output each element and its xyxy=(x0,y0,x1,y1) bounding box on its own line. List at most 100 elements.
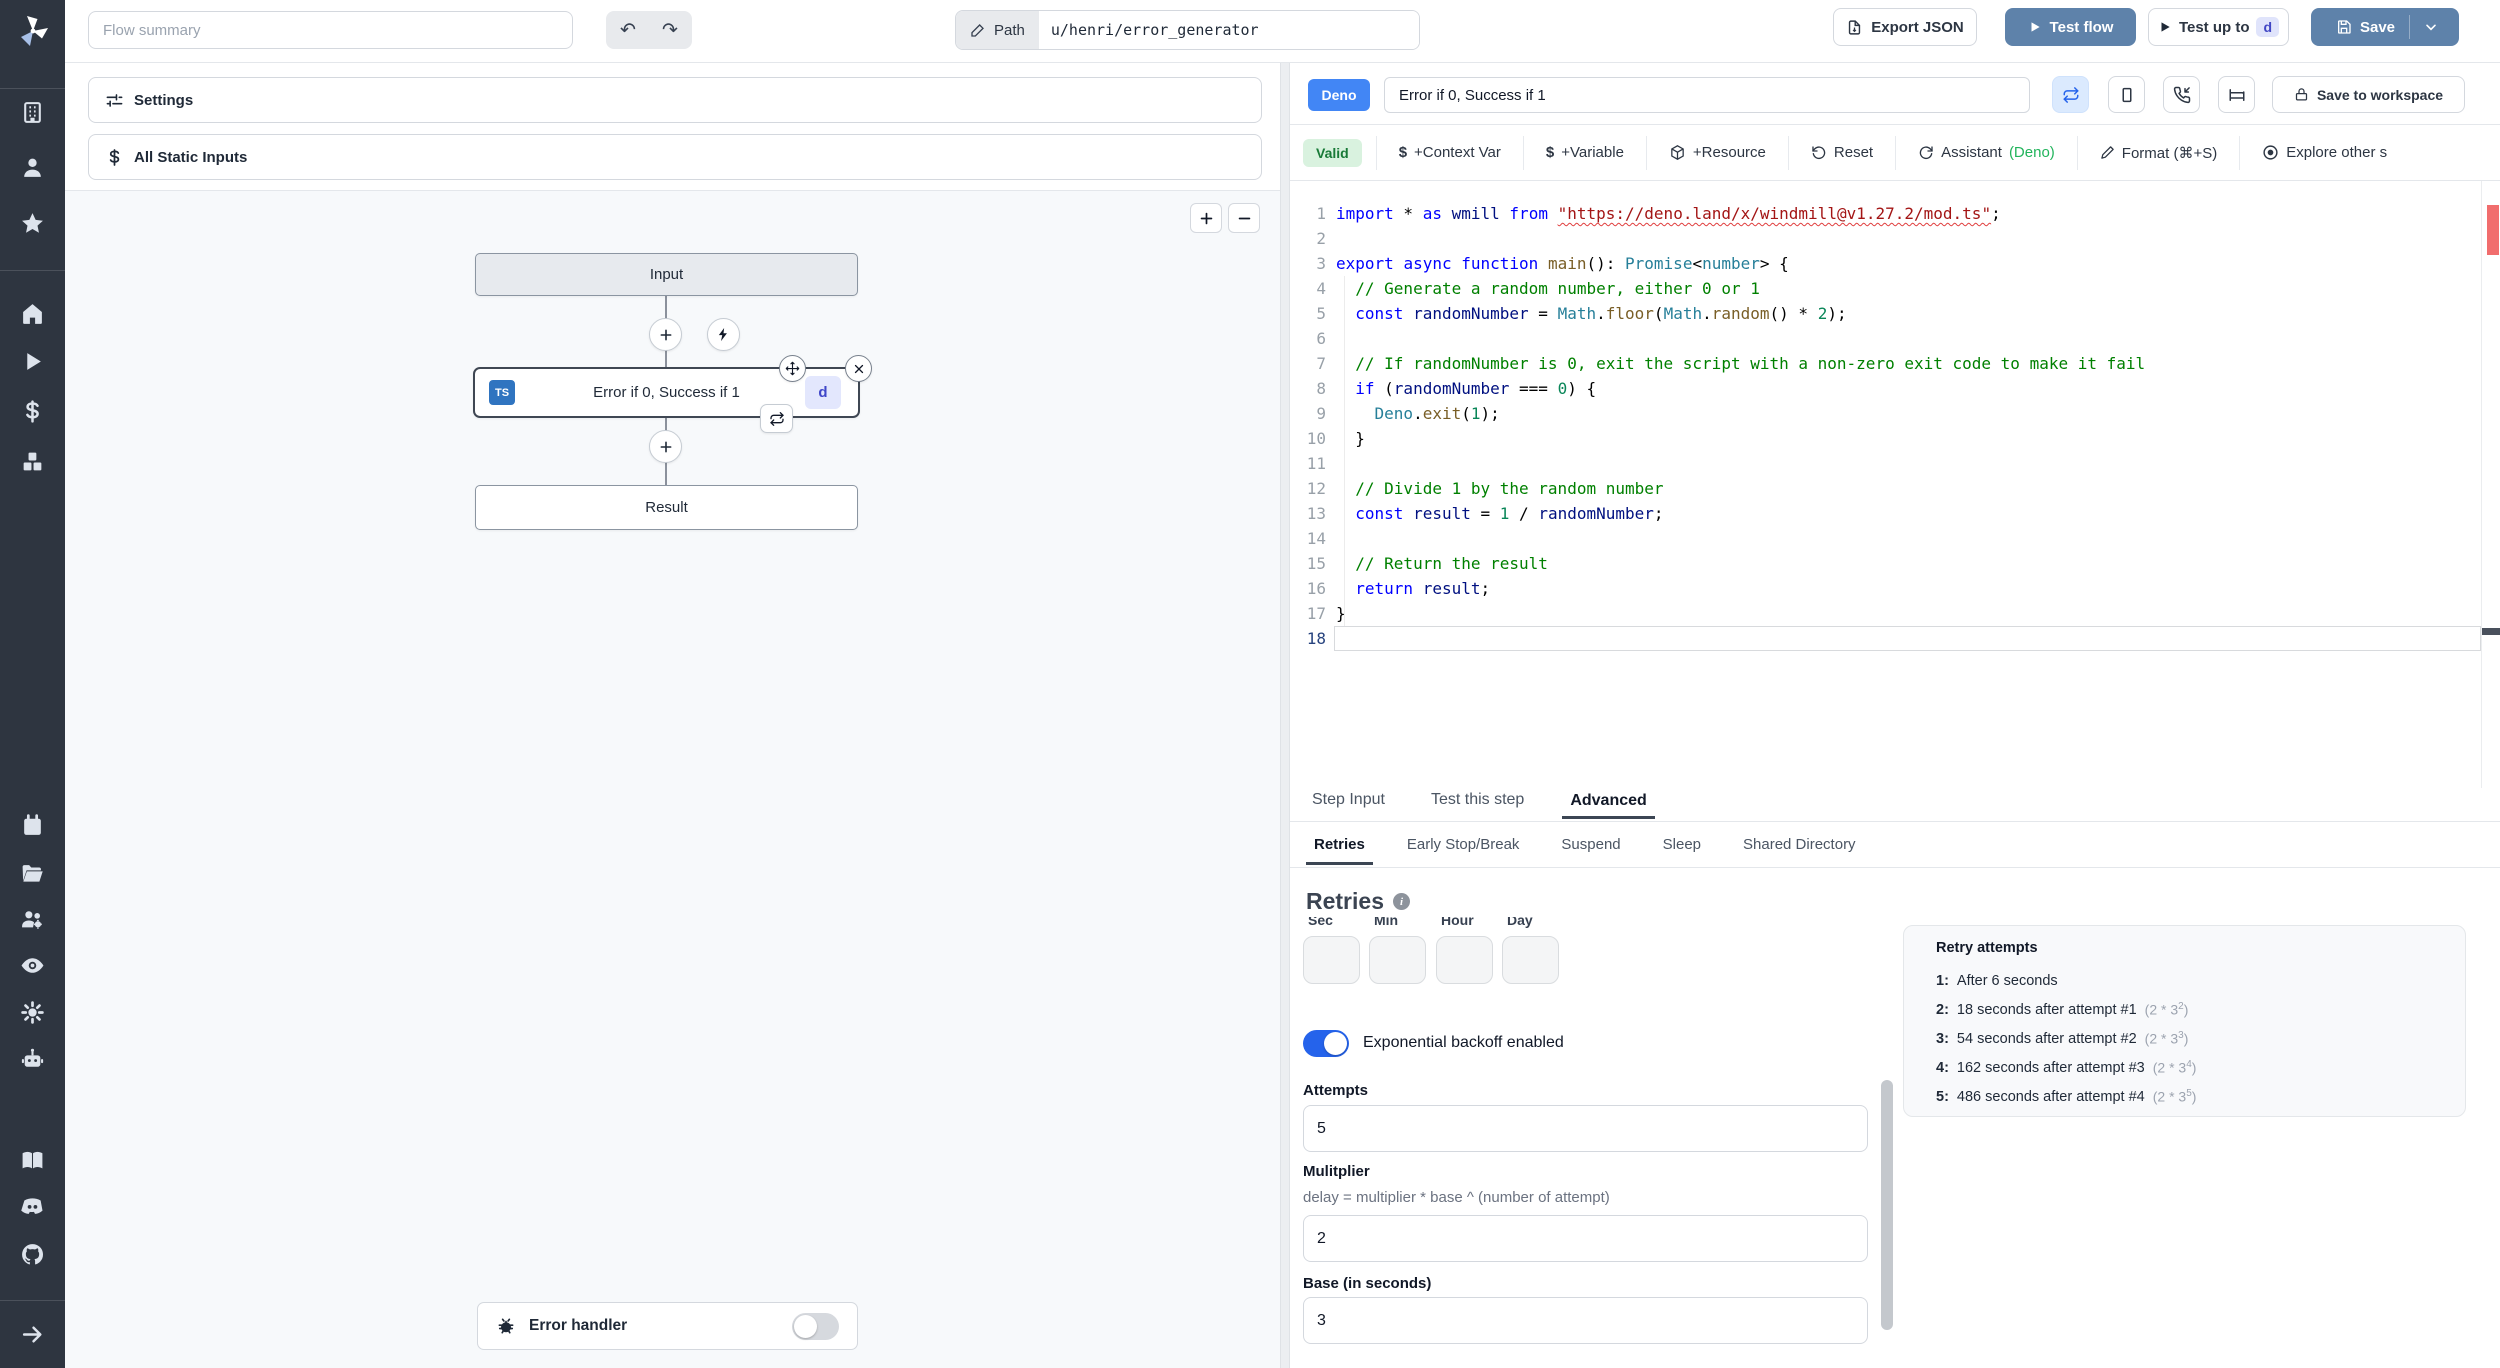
mobile-view-button[interactable] xyxy=(2108,76,2145,113)
star-icon[interactable] xyxy=(20,211,45,236)
folder-open-icon[interactable] xyxy=(20,861,45,886)
trigger-button[interactable] xyxy=(707,318,740,351)
add-resource-button[interactable]: +Resource xyxy=(1645,135,1788,170)
base-input[interactable] xyxy=(1303,1297,1868,1344)
eye-icon[interactable] xyxy=(20,953,45,978)
retries-scrollbar-thumb[interactable] xyxy=(1881,1080,1893,1330)
left-rail xyxy=(0,0,65,1368)
arrow-right-icon[interactable] xyxy=(20,1322,45,1347)
refresh-cw-icon xyxy=(1918,145,1934,161)
export-json-button[interactable]: Export JSON xyxy=(1833,8,1977,46)
phone-incoming-icon[interactable] xyxy=(2163,76,2200,113)
save-to-workspace-button[interactable]: Save to workspace xyxy=(2272,76,2465,113)
subtab-suspend[interactable]: Suspend xyxy=(1553,824,1628,865)
test-flow-button[interactable]: Test flow xyxy=(2005,8,2136,46)
redo-button[interactable]: ↷ xyxy=(651,19,689,42)
editor-toolbar: Valid $ +Context Var $ +Variable +Resour… xyxy=(1290,125,2500,181)
subtab-early-stop[interactable]: Early Stop/Break xyxy=(1399,824,1528,865)
sec-input[interactable] xyxy=(1303,936,1360,984)
boxes-icon[interactable] xyxy=(20,449,45,474)
github-icon[interactable] xyxy=(20,1242,45,1267)
subtab-shared-directory[interactable]: Shared Directory xyxy=(1735,824,1864,865)
multiplier-help-text: delay = multiplier * base ^ (number of a… xyxy=(1303,1189,1610,1206)
test-up-to-button[interactable]: Test up to d xyxy=(2148,8,2289,46)
tab-test-this-step[interactable]: Test this step xyxy=(1423,791,1532,818)
error-handler-toggle[interactable] xyxy=(792,1312,839,1340)
tab-advanced[interactable]: Advanced xyxy=(1562,792,1655,819)
advanced-subtabs: Retries Early Stop/Break Suspend Sleep S… xyxy=(1290,822,2500,868)
pencil-icon xyxy=(970,22,986,38)
robot-icon[interactable] xyxy=(20,1047,45,1072)
add-context-var-button[interactable]: $ +Context Var xyxy=(1375,135,1523,170)
save-to-workspace-label: Save to workspace xyxy=(2316,86,2444,103)
exponential-backoff-toggle[interactable] xyxy=(1303,1030,1349,1057)
step-name-input[interactable] xyxy=(1384,77,2030,113)
dollar-icon[interactable] xyxy=(20,399,45,424)
attempts-label: Attempts xyxy=(1303,1082,1369,1099)
step-node-id-badge: d xyxy=(805,376,841,409)
result-node[interactable]: Result xyxy=(475,485,858,530)
reset-button[interactable]: Reset xyxy=(1787,135,1895,170)
path-widget: Path xyxy=(955,10,1420,50)
subtab-retries[interactable]: Retries xyxy=(1306,824,1373,865)
subtab-sleep[interactable]: Sleep xyxy=(1655,824,1709,865)
panel-resize-handle[interactable] xyxy=(1280,63,1290,1368)
users-icon[interactable] xyxy=(20,907,45,932)
multiplier-label: Mulitplier xyxy=(1303,1163,1370,1180)
gear-icon[interactable] xyxy=(20,1000,45,1025)
delete-node-button[interactable] xyxy=(845,355,872,382)
attempts-input[interactable] xyxy=(1303,1105,1868,1152)
day-input[interactable] xyxy=(1502,936,1559,984)
save-dropdown-button[interactable] xyxy=(2410,19,2452,35)
input-node[interactable]: Input xyxy=(475,253,858,296)
min-input[interactable] xyxy=(1369,936,1426,984)
day-label: Day xyxy=(1507,917,1533,928)
loop-toggle-button[interactable] xyxy=(2052,76,2089,113)
building-icon[interactable] xyxy=(20,100,45,125)
discord-icon[interactable] xyxy=(20,1194,45,1219)
flow-summary-input[interactable] xyxy=(88,11,573,49)
zoom-out-button[interactable] xyxy=(1228,203,1260,233)
path-input[interactable] xyxy=(1038,11,1419,49)
windmill-logo-icon[interactable] xyxy=(15,13,51,49)
user-icon[interactable] xyxy=(20,155,45,180)
test-up-to-label: Test up to xyxy=(2178,18,2250,36)
zoom-in-button[interactable] xyxy=(1190,203,1222,233)
assistant-button[interactable]: Assistant (Deno) xyxy=(1895,135,2077,170)
windmill-flow-editor: ↶ ↷ Path Export JSON Test flow Test up t… xyxy=(0,0,2500,1368)
cursor-marker xyxy=(2482,628,2500,635)
undo-button[interactable]: ↶ xyxy=(609,19,647,42)
play-icon xyxy=(2158,20,2172,34)
info-icon[interactable]: i xyxy=(1392,893,1410,910)
explore-scripts-button[interactable]: Explore other s xyxy=(2239,135,2409,170)
flow-settings-row[interactable]: Settings xyxy=(88,77,1262,123)
multiplier-input[interactable] xyxy=(1303,1215,1868,1262)
book-icon[interactable] xyxy=(20,1148,45,1173)
error-handler-label: Error handler xyxy=(529,1317,628,1334)
bed-icon[interactable] xyxy=(2218,76,2255,113)
rail-divider xyxy=(0,88,65,89)
save-button[interactable]: Save xyxy=(2318,19,2409,36)
rotate-ccw-icon xyxy=(1811,145,1827,161)
add-step-button[interactable] xyxy=(649,430,682,463)
retries-heading: Retries i xyxy=(1306,888,1410,915)
code-editor[interactable]: 1 import * as wmill from "https://deno.la… xyxy=(1290,181,2500,788)
all-static-inputs-row[interactable]: All Static Inputs xyxy=(88,134,1262,180)
tab-step-input[interactable]: Step Input xyxy=(1304,791,1393,818)
hour-label: Hour xyxy=(1441,917,1474,928)
assistant-lang-suffix: (Deno) xyxy=(2008,144,2055,161)
calendar-icon[interactable] xyxy=(20,813,45,838)
retry-formula: (2 * 34) xyxy=(2152,1059,2197,1076)
add-variable-button[interactable]: $ +Variable xyxy=(1522,135,1646,170)
add-step-button[interactable] xyxy=(649,318,682,351)
flow-settings-label: Settings xyxy=(134,91,194,109)
home-icon[interactable] xyxy=(20,301,45,326)
cube-icon xyxy=(1669,144,1686,161)
retry-attempt-row: 4: 162 seconds after attempt #3 (2 * 34) xyxy=(1936,1059,2197,1076)
move-node-button[interactable] xyxy=(779,355,806,382)
play-icon[interactable] xyxy=(20,349,45,374)
retry-loop-badge[interactable] xyxy=(760,404,793,433)
hour-input[interactable] xyxy=(1436,936,1493,984)
format-button[interactable]: Format (⌘+S) xyxy=(2076,135,2239,170)
error-handler-row: Error handler xyxy=(477,1302,858,1350)
